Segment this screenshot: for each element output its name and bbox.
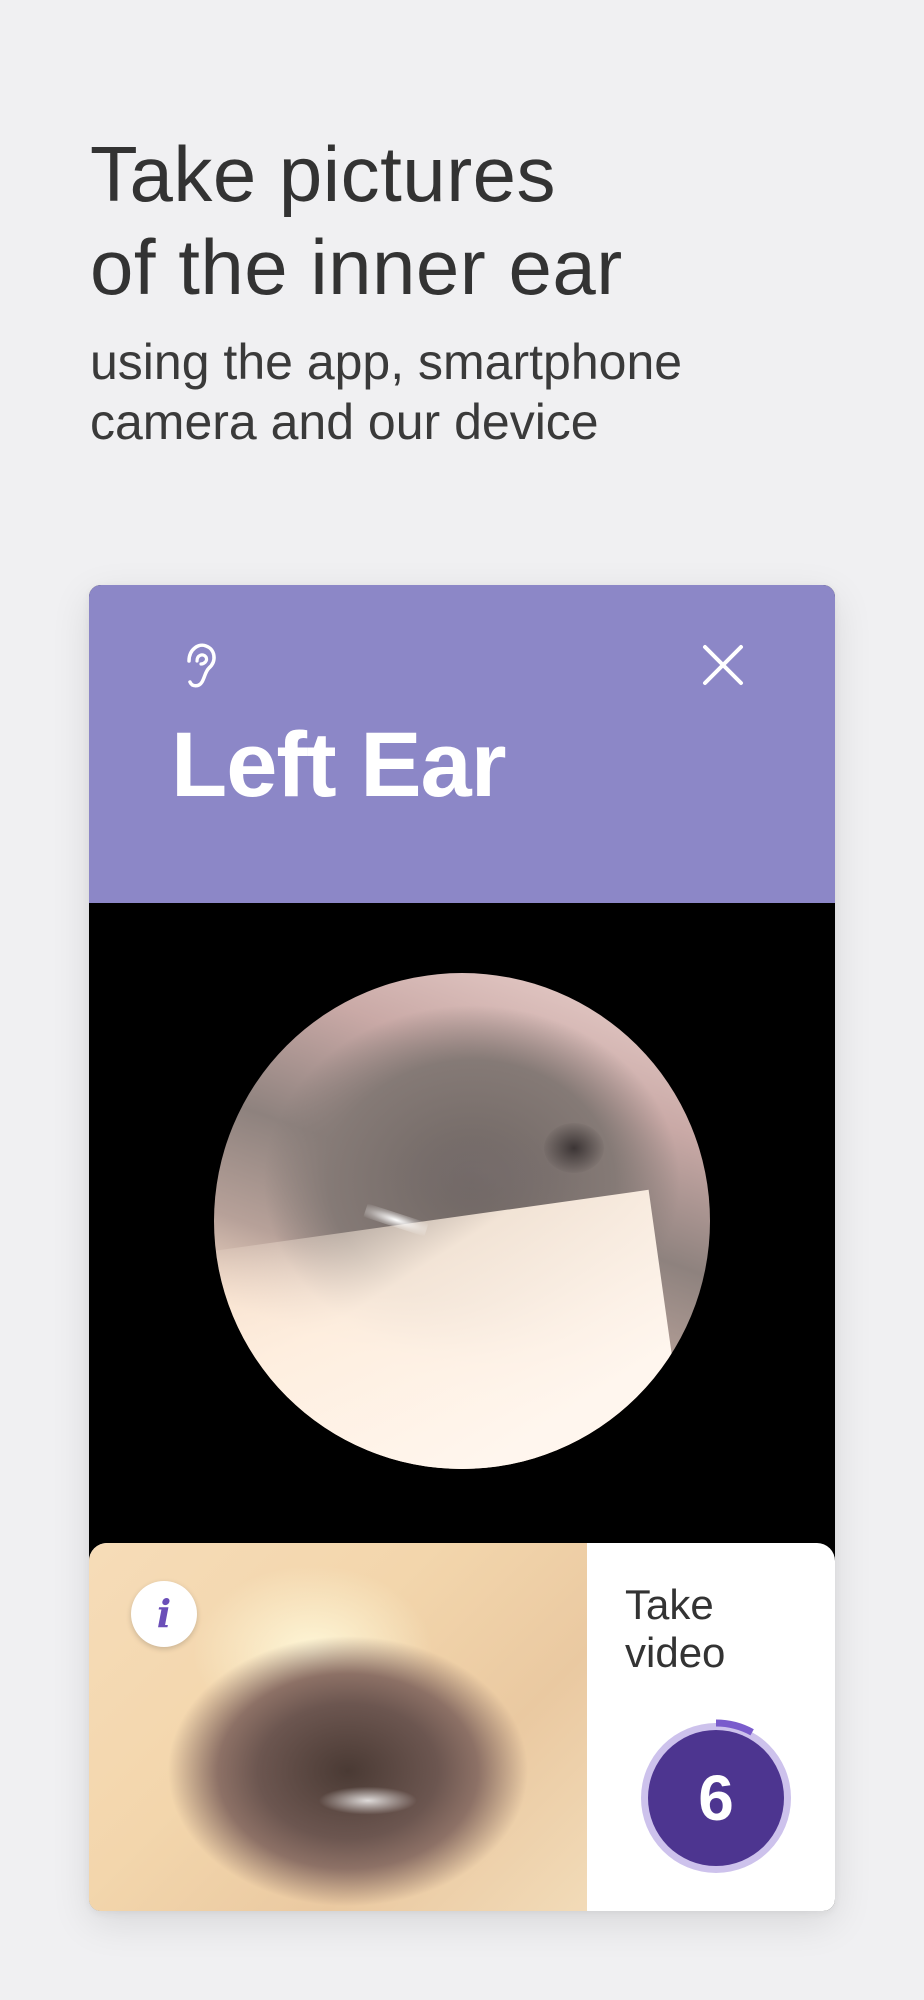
capture-panel: i Take video 6 <box>89 1543 835 1911</box>
subheadline-line-1: using the app, smartphone <box>90 334 683 390</box>
scope-shadow <box>544 1123 604 1173</box>
headline: Take pictures of the inner ear <box>90 128 850 314</box>
take-video-line-1: Take <box>625 1581 714 1628</box>
take-video-line-2: video <box>625 1629 726 1676</box>
take-video-label: Take video <box>625 1581 815 1677</box>
ear-header: Left Ear <box>89 585 835 903</box>
ear-icon <box>187 643 216 688</box>
promo-screen: Take pictures of the inner ear using the… <box>0 0 924 2000</box>
scope-canal-light <box>214 1189 695 1469</box>
app-screen-mockup: Left Ear i Take video 6 <box>89 585 835 1911</box>
info-icon: i <box>156 1591 172 1636</box>
close-icon[interactable] <box>699 641 747 689</box>
info-button[interactable]: i <box>131 1581 197 1647</box>
reference-ear-photo: i <box>89 1543 587 1911</box>
subheadline-line-2: camera and our device <box>90 394 599 450</box>
screen-title: Left Ear <box>171 714 507 816</box>
headline-line-1: Take pictures <box>90 130 557 218</box>
otoscope-live-image <box>214 973 710 1469</box>
camera-viewfinder <box>89 903 835 1603</box>
subheadline: using the app, smartphone camera and our… <box>90 332 850 452</box>
record-countdown-button[interactable]: 6 <box>637 1719 795 1877</box>
headline-line-2: of the inner ear <box>90 223 623 311</box>
countdown-number: 6 <box>698 1762 734 1834</box>
